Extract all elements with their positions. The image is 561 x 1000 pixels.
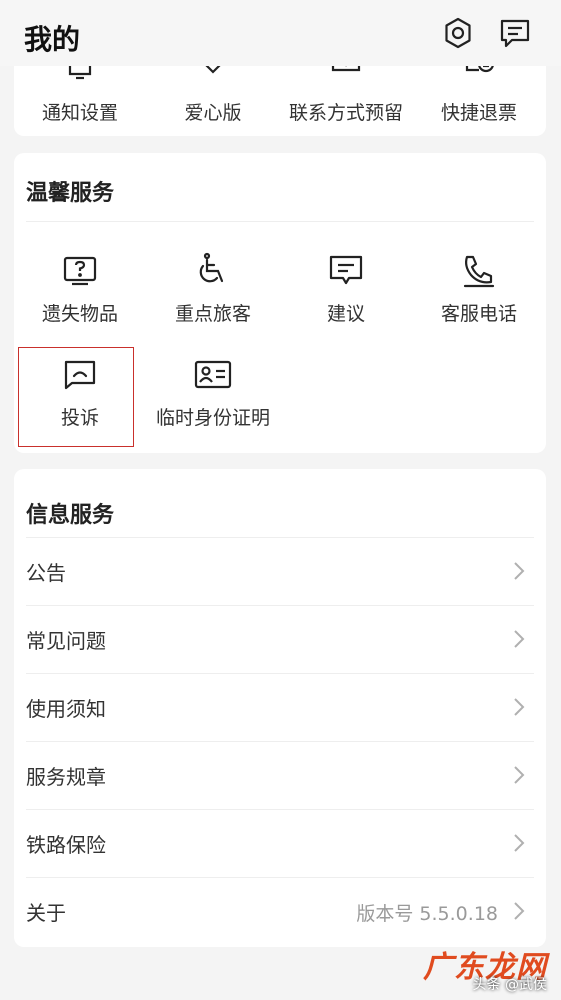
chevron-right-icon <box>512 629 526 649</box>
warm-service-suggestion[interactable]: 建议 <box>280 251 412 326</box>
warm-service-hotline[interactable]: 客服电话 <box>413 251 545 326</box>
info-row-about[interactable]: 关于 版本号 5.5.0.18 <box>14 877 546 945</box>
quick-action-label: 联系方式预留 <box>288 102 403 124</box>
phone-icon <box>459 251 499 291</box>
row-label: 服务规章 <box>26 765 106 789</box>
chevron-right-icon <box>512 561 526 581</box>
version-number: 版本号 5.5.0.18 <box>356 903 498 925</box>
row-label: 公告 <box>26 561 66 585</box>
warm-service-temp-id[interactable]: 临时身份证明 <box>147 355 279 430</box>
highlight-box <box>18 347 134 447</box>
info-row-service-rules[interactable]: 服务规章 <box>14 741 546 809</box>
divider <box>26 221 534 222</box>
row-label: 关于 <box>26 901 66 925</box>
wheelchair-icon <box>193 251 233 291</box>
info-row-usage-notice[interactable]: 使用须知 <box>14 673 546 741</box>
gear-icon[interactable] <box>441 16 475 50</box>
chevron-right-icon <box>512 901 526 921</box>
page-title: 我的 <box>24 23 81 56</box>
chevron-right-icon <box>512 765 526 785</box>
row-label: 常见问题 <box>26 629 106 653</box>
message-icon[interactable] <box>498 16 532 50</box>
quick-action-label: 快捷退票 <box>440 102 517 124</box>
question-box-icon <box>60 251 100 291</box>
info-row-railway-insurance[interactable]: 铁路保险 <box>14 809 546 877</box>
suggestion-icon <box>326 251 366 291</box>
row-label: 铁路保险 <box>26 833 106 857</box>
quick-action-label: 爱心版 <box>184 102 242 124</box>
warm-service-label: 建议 <box>326 303 365 325</box>
section-title-warm-service: 温馨服务 <box>26 181 115 206</box>
chevron-right-icon <box>512 833 526 853</box>
info-service-card: 信息服务 公告 常见问题 使用须知 服务规章 铁路保险 关于 版本号 5.5.0… <box>14 469 546 947</box>
info-row-faq[interactable]: 常见问题 <box>14 605 546 673</box>
info-row-announcement[interactable]: 公告 <box>14 537 546 605</box>
warm-service-priority-passenger[interactable]: 重点旅客 <box>147 251 279 326</box>
warm-service-label: 遗失物品 <box>41 303 118 325</box>
quick-action-label: 通知设置 <box>41 102 118 124</box>
warm-service-label: 重点旅客 <box>174 303 251 325</box>
top-bar: 我的 <box>0 0 561 66</box>
id-card-icon <box>193 355 233 395</box>
chevron-right-icon <box>512 697 526 717</box>
warm-service-label: 临时身份证明 <box>155 407 270 429</box>
section-title-info-service: 信息服务 <box>26 503 115 528</box>
warm-service-lost-items[interactable]: 遗失物品 <box>14 251 146 326</box>
row-label: 使用须知 <box>26 697 106 721</box>
watermark-credit: 头条 @武侯 <box>472 977 547 993</box>
warm-service-label: 客服电话 <box>440 303 517 325</box>
warm-service-card: 温馨服务 遗失物品 重点旅客 建议 客服电话 投诉 临时身份证明 <box>14 153 546 453</box>
